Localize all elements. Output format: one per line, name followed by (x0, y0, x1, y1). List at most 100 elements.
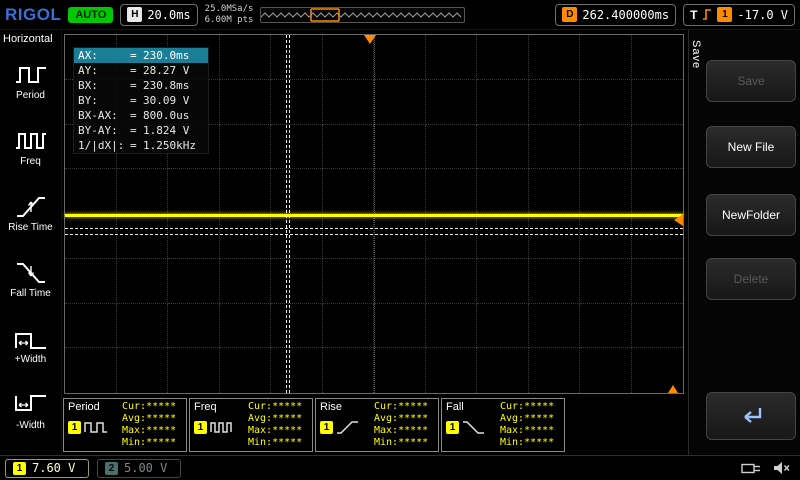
measure-name: Rise (320, 401, 374, 413)
stat-avg: Avg:***** (122, 413, 182, 425)
plus-width-icon (14, 324, 48, 352)
stat-cur: Cur:***** (248, 401, 308, 413)
channel2-status[interactable]: 2 5.00 V (97, 459, 181, 478)
sidebar-item-fall-time[interactable]: Fall Time (0, 245, 61, 311)
cursor-row-ay: AY: = 28.27 V (74, 63, 208, 78)
waveform-grid: AX: = 230.0ms AY: = 28.27 V BX: = 230.8m… (64, 34, 684, 394)
sample-rate: 25.0MSa/s (205, 4, 254, 15)
delay-control[interactable]: D 262.400000ms (555, 4, 676, 26)
delay-position-marker (668, 385, 678, 393)
sidebar-item-plus-width[interactable]: +Width (0, 311, 61, 377)
trigger-source-badge: 1 (717, 7, 732, 22)
bottom-status-bar: 1 7.60 V 2 5.00 V (0, 455, 800, 480)
sidebar-label: -Width (16, 420, 45, 431)
sidebar-title: Horizontal (0, 30, 61, 47)
horizontal-menu-sidebar: Horizontal Period Freq Rise Time (0, 30, 62, 455)
cursor-row-inv-dx: 1/|dX|: = 1.250kHz (74, 138, 208, 153)
cursor-ay-line[interactable] (65, 228, 683, 229)
cursor-label: 1/|dX|: (78, 138, 130, 153)
waveform-overview-strip[interactable] (260, 7, 465, 23)
measure-name: Freq (194, 401, 248, 413)
measure-name: Period (68, 401, 122, 413)
sidebar-item-freq[interactable]: Freq (0, 113, 61, 179)
stat-avg: Avg:***** (500, 413, 560, 425)
cursor-readout-panel: AX: = 230.0ms AY: = 28.27 V BX: = 230.8m… (73, 47, 209, 154)
period-icon (14, 60, 48, 88)
trigger-level-marker[interactable] (674, 214, 683, 226)
acquisition-info: 25.0MSa/s 6.00M pts (205, 4, 254, 26)
trigger-control[interactable]: T 1 -17.0 V (683, 4, 795, 26)
fall-time-icon (14, 258, 48, 286)
sidebar-label: Rise Time (8, 222, 52, 233)
stat-max: Max:***** (374, 425, 434, 437)
channel1-trace (65, 214, 683, 217)
measure-panel-period: Period 1 Cur:***** Avg:***** Max:***** M… (63, 398, 187, 452)
cursor-label: AX: (78, 48, 130, 63)
cursor-row-bxax: BX-AX: = 800.0us (74, 108, 208, 123)
stat-min: Min:***** (248, 437, 308, 449)
trigger-level-value: -17.0 V (737, 8, 788, 22)
run-status-badge: AUTO (68, 7, 113, 23)
cursor-by-line[interactable] (65, 234, 683, 235)
freq-icon (14, 126, 48, 154)
enter-arrow-icon (736, 405, 766, 427)
cursor-value: 1.824 V (143, 123, 204, 138)
fall-measure-icon (462, 419, 486, 435)
stat-cur: Cur:***** (374, 401, 434, 413)
minus-width-icon (14, 390, 48, 418)
menu-tab-save: Save (690, 40, 702, 69)
measure-panel-rise: Rise 1 Cur:***** Avg:***** Max:***** Min… (315, 398, 439, 452)
sidebar-label: Freq (20, 156, 41, 167)
cursor-row-byay: BY-AY: = 1.824 V (74, 123, 208, 138)
cursor-row-by: BY: = 30.09 V (74, 93, 208, 108)
channel-badge: 1 (68, 421, 81, 434)
cursor-equals: = (130, 63, 143, 78)
sidebar-item-rise-time[interactable]: Rise Time (0, 179, 61, 245)
stat-avg: Avg:***** (374, 413, 434, 425)
cursor-value: 30.09 V (143, 93, 204, 108)
save-button[interactable]: Save (706, 60, 796, 102)
oscilloscope-screen: RIGOL AUTO H 20.0ms 25.0MSa/s 6.00M pts … (0, 0, 800, 480)
delay-value: 262.400000ms (582, 8, 669, 22)
measure-panel-fall: Fall 1 Cur:***** Avg:***** Max:***** Min… (441, 398, 565, 452)
stat-max: Max:***** (122, 425, 182, 437)
channel1-scale: 7.60 V (32, 461, 75, 475)
trigger-position-marker[interactable] (364, 35, 376, 44)
channel-badge: 1 (446, 421, 459, 434)
delete-button[interactable]: Delete (706, 258, 796, 300)
channel1-status[interactable]: 1 7.60 V (5, 459, 89, 478)
rise-time-icon (14, 192, 48, 220)
cursor-equals: = (130, 48, 143, 63)
cursor-equals: = (130, 78, 143, 93)
stat-min: Min:***** (374, 437, 434, 449)
cursor-equals: = (130, 123, 143, 138)
sidebar-item-period[interactable]: Period (0, 47, 61, 113)
trigger-label: T (690, 8, 697, 22)
timebase-control[interactable]: H 20.0ms (120, 4, 197, 26)
sidebar-item-minus-width[interactable]: -Width (0, 377, 61, 443)
freq-measure-icon (210, 419, 234, 435)
cursor-value: 230.8ms (143, 78, 204, 93)
memory-depth: 6.00M pts (205, 15, 254, 26)
cursor-label: BX: (78, 78, 130, 93)
cursor-equals: = (130, 93, 143, 108)
usb-icon (741, 462, 763, 475)
cursor-bx-line[interactable] (289, 35, 290, 393)
channel-badge: 1 (194, 421, 207, 434)
measure-name: Fall (446, 401, 500, 413)
cursor-value: 230.0ms (143, 48, 204, 63)
cursor-ax-line[interactable] (286, 35, 287, 393)
new-file-button[interactable]: New File (706, 126, 796, 168)
cursor-equals: = (130, 108, 143, 123)
cursor-value: 800.0us (143, 108, 204, 123)
speaker-icon (773, 461, 791, 475)
cursor-label: BY-AY: (78, 123, 130, 138)
stat-max: Max:***** (248, 425, 308, 437)
stat-min: Min:***** (500, 437, 560, 449)
h-badge: H (127, 7, 142, 22)
back-button[interactable] (706, 392, 796, 440)
channel2-scale: 5.00 V (124, 461, 167, 475)
status-icons (741, 461, 795, 475)
channel-badge: 1 (320, 421, 333, 434)
new-folder-button[interactable]: NewFolder (706, 194, 796, 236)
